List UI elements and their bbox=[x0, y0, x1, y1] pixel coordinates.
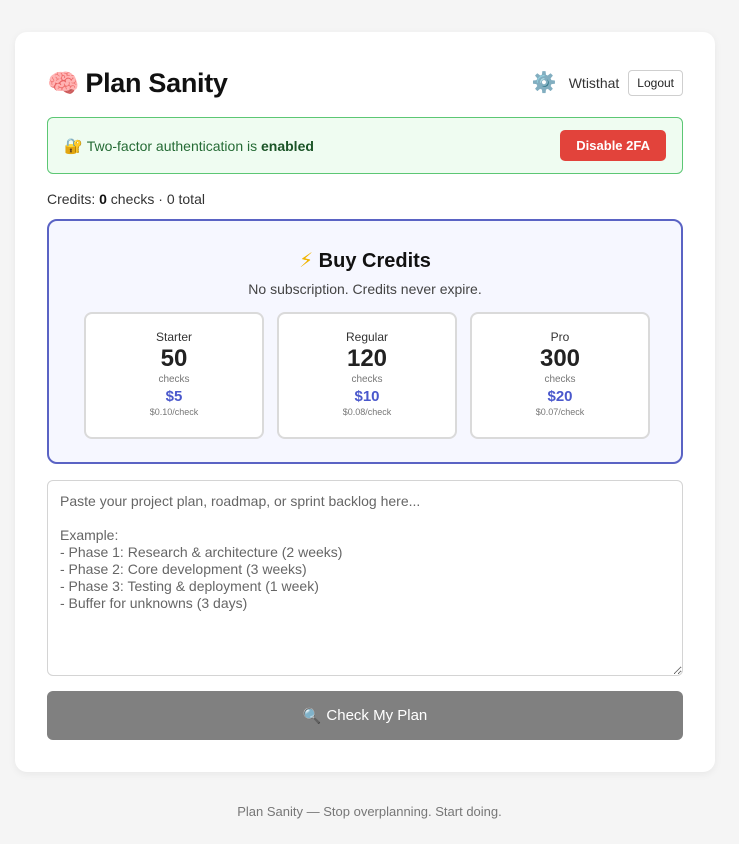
page-title: Plan Sanity bbox=[85, 67, 228, 98]
plan-unit: checks bbox=[158, 373, 190, 385]
header: 🧠 Plan Sanity ⚙️ Wtisthat Logout bbox=[47, 66, 683, 100]
check-plan-button[interactable]: 🔍 Check My Plan bbox=[47, 691, 683, 740]
plan-rate: $0.08/check bbox=[342, 406, 392, 417]
disable-2fa-button[interactable]: Disable 2FA bbox=[560, 130, 666, 161]
buy-credits-heading: Buy Credits bbox=[318, 250, 431, 272]
plan-price: $5 bbox=[165, 387, 183, 405]
footer-text: Plan Sanity — Stop overplanning. Start d… bbox=[237, 804, 502, 819]
credits-prefix: Credits: bbox=[47, 191, 100, 207]
plan-count: 120 bbox=[346, 345, 388, 372]
credits-middle: checks · bbox=[106, 191, 167, 207]
plan-regular[interactable]: Regular 120 checks $10 $0.08/check bbox=[277, 312, 457, 439]
app-title: 🧠 Plan Sanity bbox=[47, 68, 228, 99]
plan-count: 300 bbox=[539, 345, 581, 372]
main-card: 🧠 Plan Sanity ⚙️ Wtisthat Logout 🔐 Two-f… bbox=[15, 32, 715, 772]
plan-name: Starter bbox=[155, 330, 192, 344]
plan-pro[interactable]: Pro 300 checks $20 $0.07/check bbox=[470, 312, 650, 439]
user-area: ⚙️ Wtisthat Logout bbox=[532, 70, 683, 96]
plan-unit: checks bbox=[544, 373, 576, 385]
brain-icon: 🧠 bbox=[47, 68, 80, 98]
plan-rate: $0.07/check bbox=[535, 406, 585, 417]
twofa-banner: 🔐 Two-factor authentication is enabled D… bbox=[47, 117, 683, 174]
magnifier-icon: 🔍 bbox=[302, 707, 322, 725]
credits-total: 0 total bbox=[166, 191, 205, 207]
plan-options: Starter 50 checks $5 $0.10/check Regular… bbox=[84, 312, 650, 439]
plan-name: Regular bbox=[345, 330, 389, 344]
gear-icon[interactable]: ⚙️ bbox=[532, 73, 557, 93]
twofa-label: Two-factor authentication is bbox=[86, 137, 261, 154]
plan-input[interactable] bbox=[47, 480, 683, 676]
credits-count: 0 bbox=[99, 191, 107, 207]
lightning-icon: ⚡ bbox=[299, 250, 314, 272]
buy-credits-subtitle: No subscription. Credits never expire. bbox=[248, 281, 482, 297]
twofa-status: enabled bbox=[261, 137, 314, 154]
buy-credits-panel: ⚡ Buy Credits No subscription. Credits n… bbox=[47, 219, 683, 464]
plan-rate: $0.10/check bbox=[149, 406, 199, 417]
lock-icon: 🔐 bbox=[64, 137, 83, 155]
twofa-status-text: 🔐 Two-factor authentication is enabled bbox=[64, 137, 314, 155]
username: Wtisthat bbox=[568, 75, 620, 91]
plan-count: 50 bbox=[160, 345, 188, 372]
plan-starter[interactable]: Starter 50 checks $5 $0.10/check bbox=[84, 312, 264, 439]
plan-name: Pro bbox=[550, 330, 570, 344]
plan-unit: checks bbox=[351, 373, 383, 385]
buy-credits-title: ⚡ Buy Credits bbox=[49, 248, 681, 273]
check-plan-label: Check My Plan bbox=[326, 707, 428, 724]
plan-price: $10 bbox=[354, 387, 380, 405]
logout-button[interactable]: Logout bbox=[628, 70, 683, 96]
plan-price: $20 bbox=[547, 387, 573, 405]
credits-line: Credits: 0 checks · 0 total bbox=[47, 191, 205, 207]
